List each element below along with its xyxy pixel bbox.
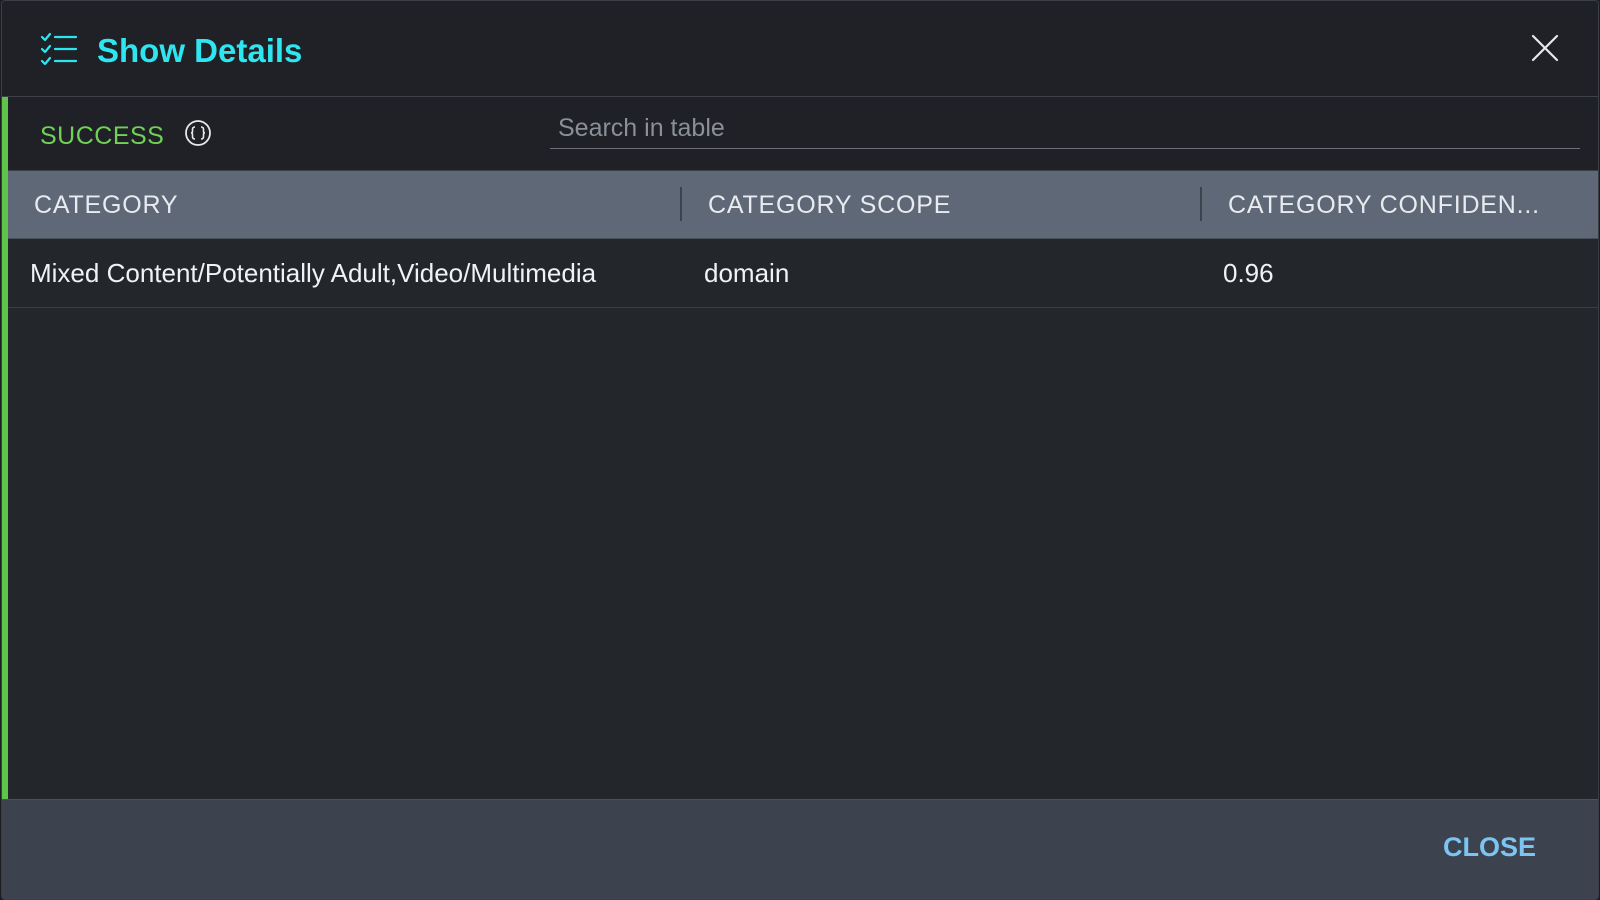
dialog-footer: CLOSE	[2, 799, 1598, 899]
cell-category-confidence: 0.96	[1223, 258, 1274, 288]
column-divider[interactable]	[1200, 187, 1202, 221]
table-row[interactable]: Mixed Content/Potentially Adult,Video/Mu…	[8, 239, 1598, 308]
column-divider[interactable]	[680, 187, 682, 221]
cell-category: Mixed Content/Potentially Adult,Video/Mu…	[30, 258, 597, 288]
column-header-category-confidence[interactable]: CATEGORY CONFIDEN...	[1228, 171, 1568, 239]
json-braces-icon[interactable]	[184, 119, 212, 147]
details-dialog: Show Details SUCCESS CATEGORY CATEGORY S…	[1, 0, 1599, 900]
cell-category-scope: domain	[704, 258, 790, 288]
table-toolbar: SUCCESS	[8, 97, 1598, 171]
status-label: SUCCESS	[40, 122, 165, 150]
dialog-title: Show Details	[97, 32, 303, 69]
close-button[interactable]: CLOSE	[1443, 832, 1536, 863]
column-header-category[interactable]: CATEGORY	[34, 171, 674, 239]
search-input[interactable]	[550, 109, 1580, 149]
column-header-category-scope[interactable]: CATEGORY SCOPE	[708, 171, 1208, 239]
table-header-row: CATEGORY CATEGORY SCOPE CATEGORY CONFIDE…	[8, 171, 1598, 239]
dialog-header: Show Details	[2, 1, 1598, 97]
dialog-body: SUCCESS CATEGORY CATEGORY SCOPE CATEGORY…	[2, 97, 1598, 799]
checklist-icon	[40, 32, 78, 66]
close-icon[interactable]	[1530, 33, 1560, 63]
